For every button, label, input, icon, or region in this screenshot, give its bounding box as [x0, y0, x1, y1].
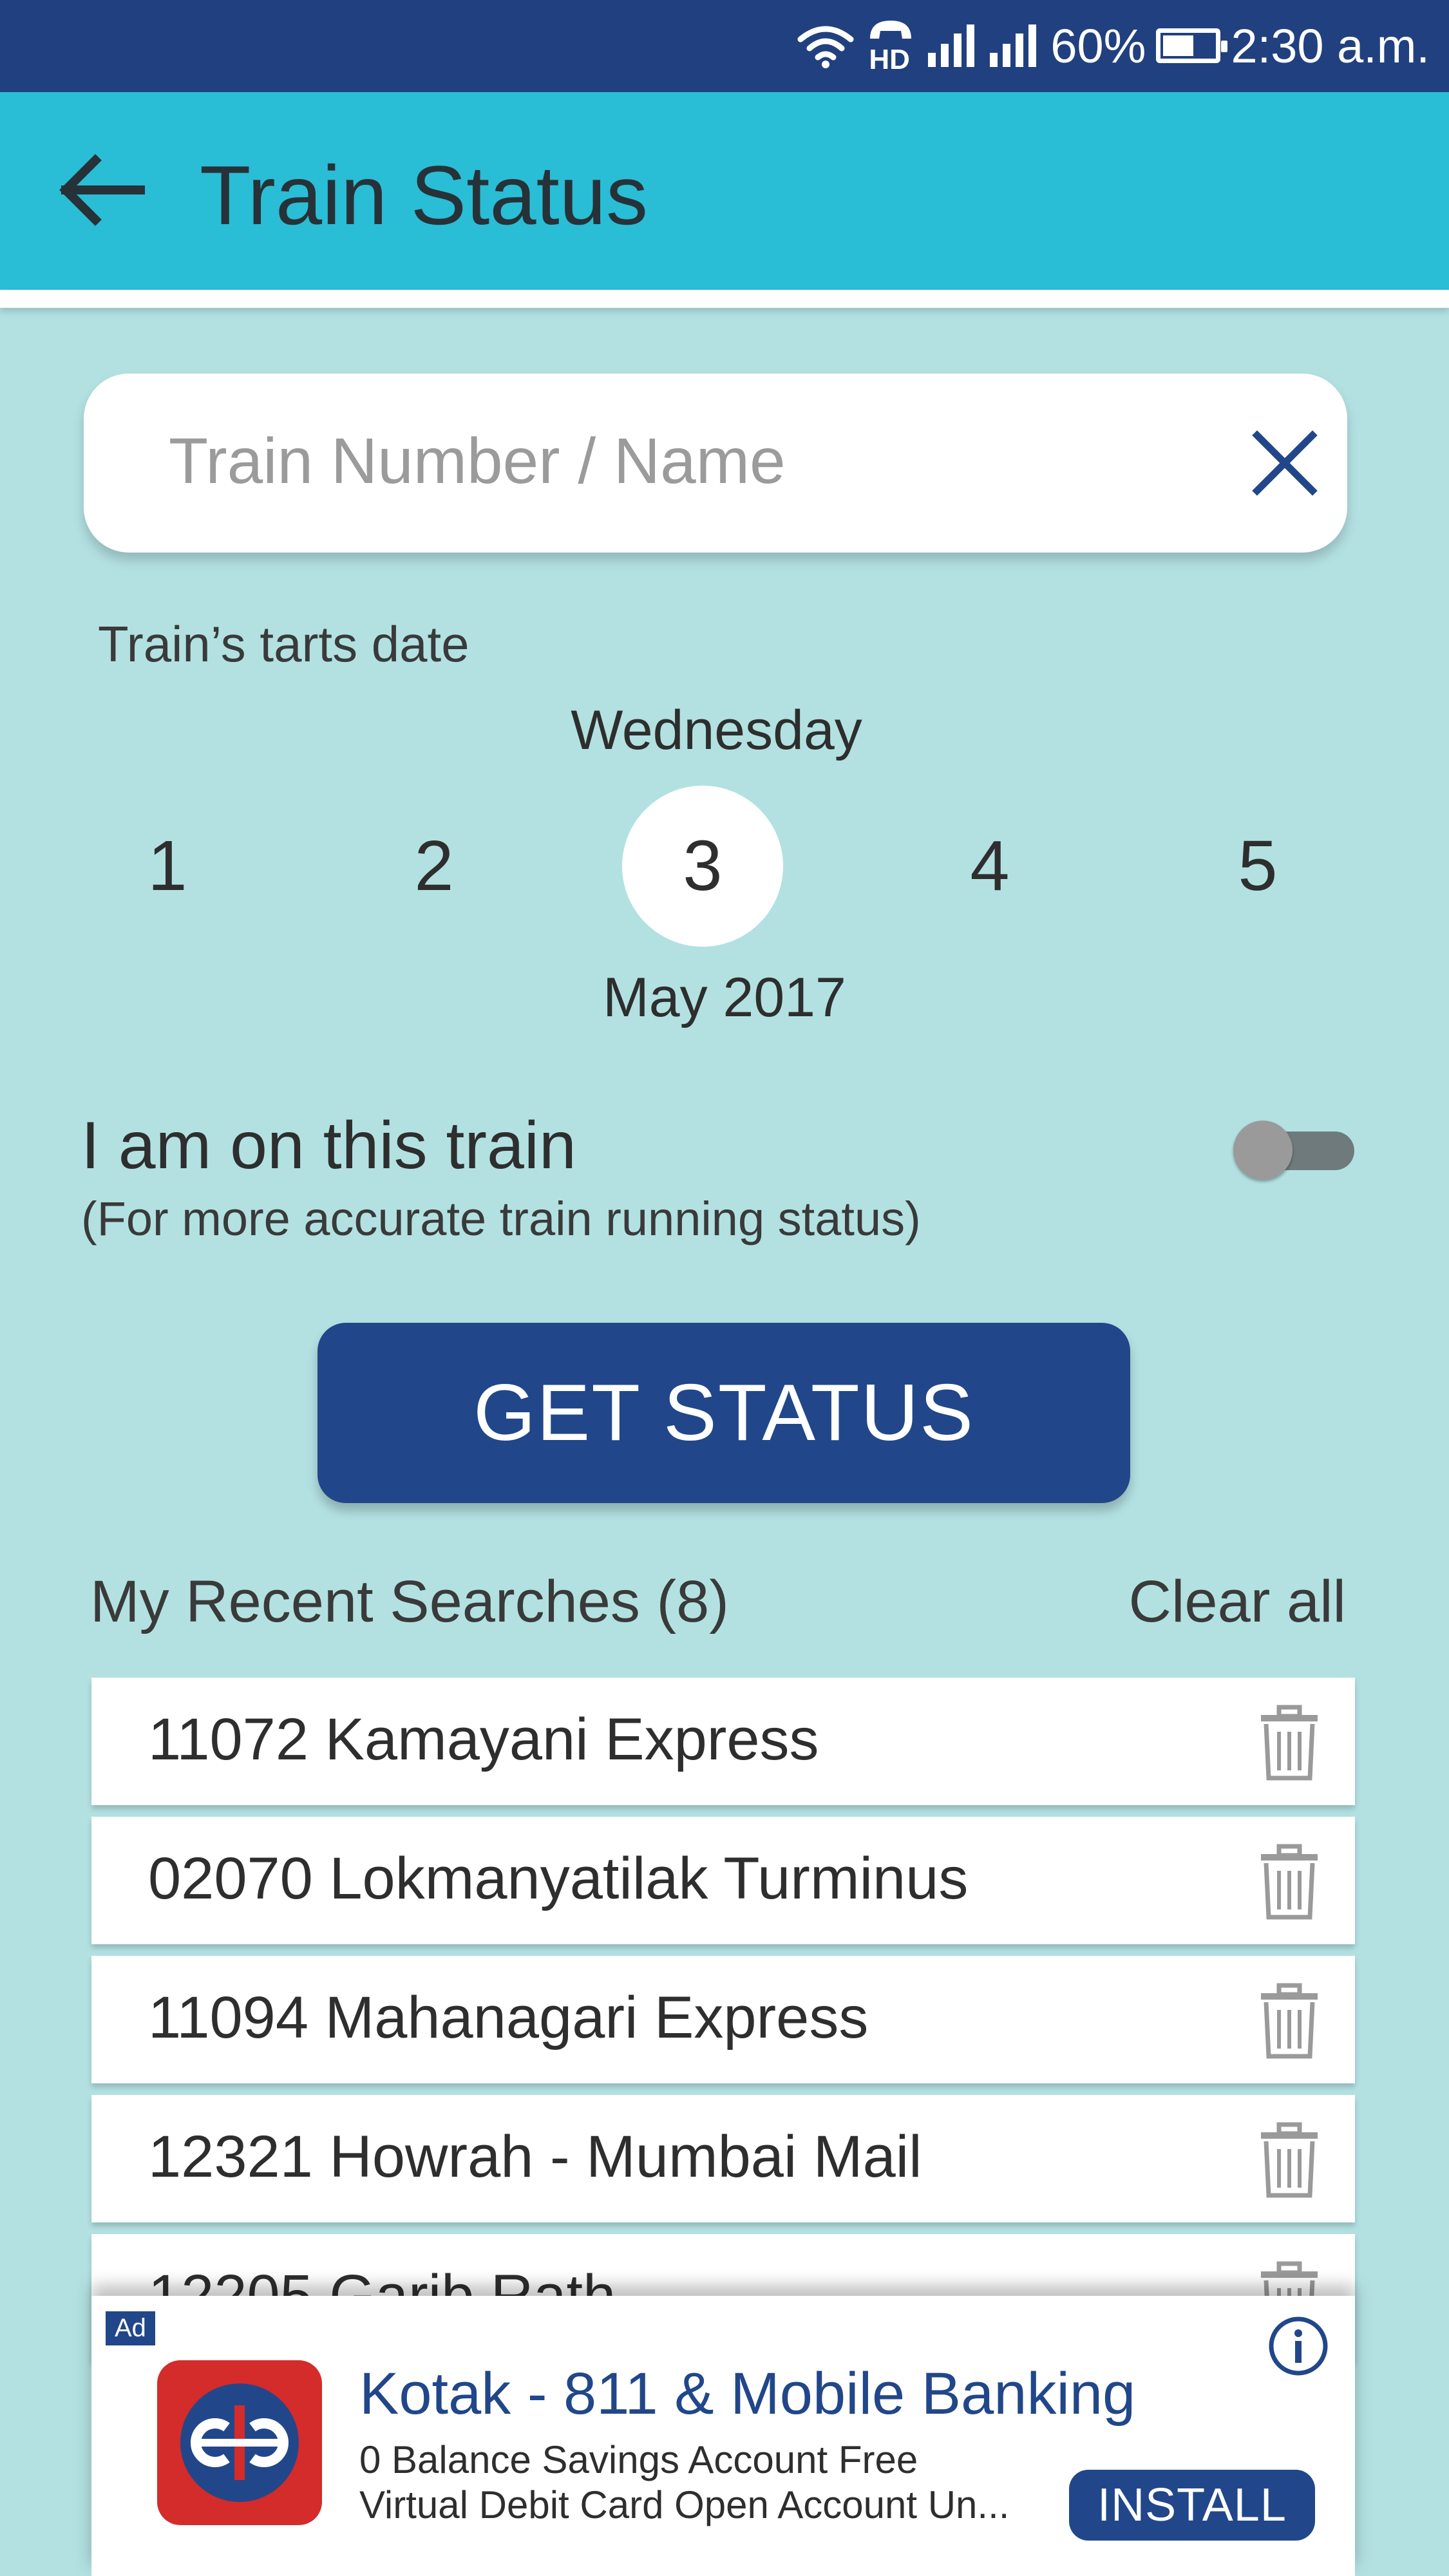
ad-title: Kotak - 811 & Mobile Banking: [359, 2361, 1136, 2427]
hd-label: HD: [869, 44, 910, 75]
battery-percent: 60%: [1050, 19, 1146, 73]
date-caption: Train’s tarts date: [98, 616, 469, 672]
date-day-3-selected[interactable]: 3: [622, 786, 783, 947]
clock: 2:30 a.m.: [1231, 19, 1430, 73]
app-bar: Train Status: [0, 92, 1449, 290]
date-day-2[interactable]: 2: [354, 786, 515, 947]
trash-icon[interactable]: [1260, 1705, 1319, 1781]
app-bar-divider: [0, 290, 1449, 308]
trash-icon[interactable]: [1260, 1844, 1319, 1920]
recent-search-row[interactable]: 11072 Kamayani Express: [91, 1678, 1355, 1805]
recent-search-row[interactable]: 02070 Lokmanyatilak Turminus: [91, 1817, 1355, 1944]
ad-description-line-2: Virtual Debit Card Open Account Un...: [359, 2483, 1010, 2526]
signal-icon: [928, 24, 975, 67]
recent-search-label: 11094 Mahanagari Express: [148, 1985, 869, 2050]
trash-icon[interactable]: [1260, 1983, 1319, 2059]
trash-icon[interactable]: [1260, 2122, 1319, 2198]
ad-badge: Ad: [106, 2311, 155, 2345]
page-title: Train Status: [200, 148, 649, 242]
date-day-4[interactable]: 4: [909, 786, 1070, 947]
get-status-button[interactable]: GET STATUS: [317, 1323, 1130, 1503]
on-train-toggle[interactable]: [1233, 1114, 1356, 1180]
close-icon[interactable]: [1249, 428, 1320, 498]
recent-search-row[interactable]: 12321 Howrah - Mumbai Mail: [91, 2095, 1355, 2222]
month-year-label: May 2017: [603, 967, 846, 1028]
recent-search-row[interactable]: 11094 Mahanagari Express: [91, 1956, 1355, 2083]
date-day-1[interactable]: 1: [87, 786, 248, 947]
battery-icon: [1156, 28, 1228, 63]
wifi-icon: [797, 26, 854, 68]
clear-all-link[interactable]: Clear all: [1129, 1568, 1346, 1636]
ad-banner[interactable]: Ad Kotak - 811 & Mobile Banking 0 Balanc…: [91, 2296, 1355, 2576]
recent-searches-title: My Recent Searches (8): [90, 1569, 729, 1634]
train-search-input[interactable]: [167, 412, 1168, 510]
train-search-box: [84, 374, 1347, 553]
recent-searches-list: 11072 Kamayani Express 02070 Lokmanyatil…: [91, 1678, 1355, 2373]
ad-description-line-1: 0 Balance Savings Account Free: [359, 2438, 918, 2481]
status-bar: HD 60% 2:30 a.m.: [0, 0, 1449, 92]
recent-search-label: 12321 Howrah - Mumbai Mail: [148, 2124, 922, 2190]
status-icons: HD 60% 2:30 a.m.: [797, 17, 1430, 75]
install-button[interactable]: INSTALL: [1069, 2470, 1315, 2541]
date-day-5[interactable]: 5: [1177, 786, 1338, 947]
battery-fill: [1163, 35, 1194, 56]
arrow-left-icon[interactable]: [57, 151, 147, 229]
on-train-label: I am on this train: [81, 1108, 576, 1183]
kotak-logo-icon: [157, 2360, 322, 2525]
toggle-knob: [1233, 1121, 1293, 1180]
info-icon[interactable]: [1267, 2315, 1329, 2377]
weekday-label: Wednesday: [571, 699, 862, 761]
signal-icon: [990, 24, 1037, 67]
recent-search-label: 11072 Kamayani Express: [148, 1707, 819, 1772]
on-train-sublabel: (For more accurate train running status): [81, 1192, 921, 1245]
recent-search-label: 02070 Lokmanyatilak Turminus: [148, 1846, 969, 1911]
hd-call-icon: HD: [865, 17, 916, 75]
